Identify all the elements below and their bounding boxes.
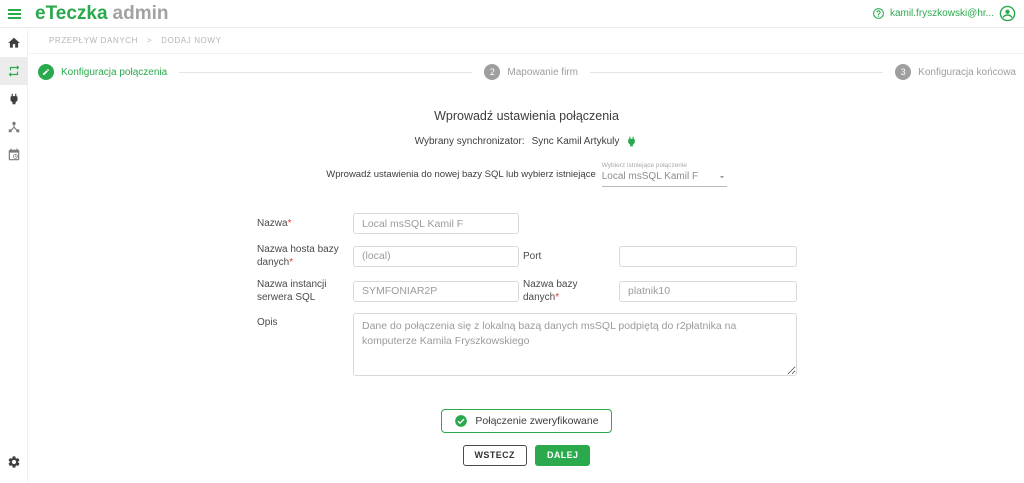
sidebar-item-schedule[interactable] [0, 141, 28, 169]
step-label: Konfiguracja połączenia [61, 67, 167, 78]
required-marker: * [289, 257, 293, 268]
synchronizer-label: Wybrany synchronizator: [415, 136, 525, 147]
database-field[interactable] [619, 281, 797, 302]
calendar-clock-icon [7, 148, 21, 162]
description-field[interactable]: Dane do połączenia się z lokalną bazą da… [353, 313, 797, 376]
hierarchy-icon [7, 120, 21, 134]
sidebar-item-settings[interactable] [0, 448, 28, 476]
host-label: Nazwa hosta bazy danych* [257, 243, 349, 269]
step-connector [179, 72, 472, 73]
breadcrumb-separator: > [147, 36, 152, 45]
help-icon[interactable] [872, 7, 885, 20]
wizard-buttons: WSTECZ DALEJ [29, 445, 1024, 466]
pencil-icon [42, 68, 50, 76]
step-circle-1 [38, 64, 54, 80]
breadcrumb: PRZEPŁYW DANYCH > DODAJ NOWY [29, 28, 1024, 54]
selected-synchronizer-row: Wybrany synchronizator: Sync Kamil Artyk… [29, 135, 1024, 148]
step-label: Konfiguracja końcowa [918, 67, 1016, 78]
existing-connection-select[interactable]: Wybierz istniejące połączenie Local msSQ… [602, 162, 727, 187]
top-bar: eTeczkaadmin kamil.fryszkowski@hr... [0, 0, 1024, 28]
sidebar-item-connections[interactable] [0, 85, 28, 113]
sidebar-item-hierarchy[interactable] [0, 113, 28, 141]
required-marker: * [288, 218, 292, 229]
connection-settings-form: Nazwa* Nazwa hosta bazy danych* Port Naz… [257, 213, 797, 376]
step-circle-2: 2 [484, 64, 500, 80]
host-field[interactable] [353, 246, 519, 267]
logo-primary: eTeczka [35, 3, 108, 24]
sidebar [0, 29, 28, 483]
account-circle-icon[interactable] [999, 5, 1016, 22]
instance-field[interactable] [353, 281, 519, 302]
sidebar-item-home[interactable] [0, 29, 28, 57]
user-email[interactable]: kamil.fryszkowski@hr... [890, 8, 994, 19]
select-floating-label: Wybierz istniejące połączenie [602, 162, 727, 169]
sidebar-item-data-flow[interactable] [0, 57, 28, 85]
breadcrumb-item-dodaj-nowy: DODAJ NOWY [161, 36, 221, 45]
step-circle-3: 3 [895, 64, 911, 80]
app-logo: eTeczkaadmin [35, 4, 168, 23]
connection-select-row: Wprowadź ustawienia do nowej bazy SQL lu… [29, 162, 1024, 187]
step-konfiguracja-polaczenia[interactable]: Konfiguracja połączenia [38, 64, 167, 80]
select-selected-value: Local msSQL Kamil F [602, 171, 698, 182]
next-button[interactable]: DALEJ [535, 445, 591, 466]
gear-icon [7, 455, 21, 469]
back-button[interactable]: WSTECZ [463, 445, 527, 466]
description-label: Opis [257, 313, 349, 329]
verified-badge-label: Połączenie zweryfikowane [475, 415, 598, 427]
port-field[interactable] [619, 246, 797, 267]
chevron-down-icon [717, 172, 727, 182]
instance-label: Nazwa instancji serwera SQL [257, 278, 349, 304]
connection-verified-badge[interactable]: Połączenie zweryfikowane [441, 409, 611, 433]
plug-icon [7, 92, 21, 106]
required-marker: * [555, 292, 559, 303]
port-label: Port [523, 250, 615, 263]
step-label: Mapowanie firm [507, 67, 578, 78]
name-field[interactable] [353, 213, 519, 234]
check-circle-icon [454, 414, 468, 428]
step-konfiguracja-koncowa[interactable]: 3 Konfiguracja końcowa [895, 64, 1016, 80]
page-title: Wprowadź ustawienia połączenia [29, 109, 1024, 123]
step-connector [590, 72, 883, 73]
logo-secondary: admin [113, 3, 169, 24]
synchronizer-value: Sync Kamil Artykuly [532, 136, 620, 147]
step-mapowanie-firm[interactable]: 2 Mapowanie firm [484, 64, 578, 80]
hamburger-icon[interactable] [0, 0, 28, 28]
breadcrumb-item-przeplyw-danych[interactable]: PRZEPŁYW DANYCH [49, 36, 138, 45]
connection-select-hint: Wprowadź ustawienia do nowej bazy SQL lu… [326, 169, 595, 187]
plug-icon [625, 135, 638, 148]
stepper: Konfiguracja połączenia 2 Mapowanie firm… [38, 64, 1016, 80]
data-flow-icon [7, 64, 21, 78]
name-label: Nazwa* [257, 217, 349, 230]
database-label: Nazwa bazy danych* [523, 278, 615, 304]
home-icon [7, 36, 21, 50]
